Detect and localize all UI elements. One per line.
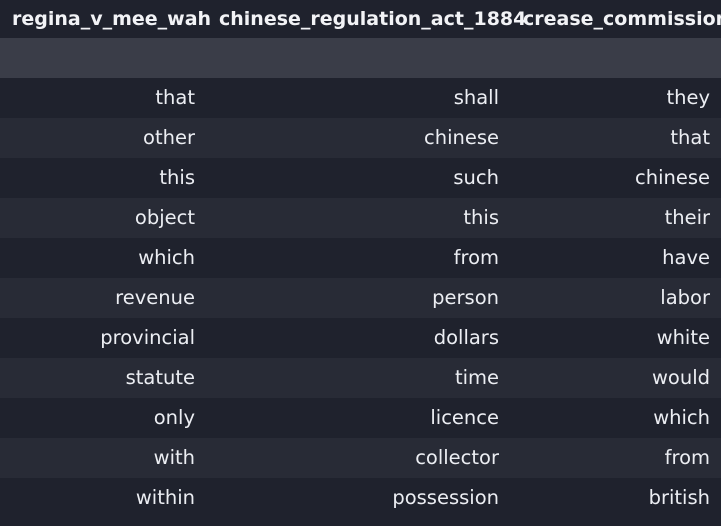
table-row[interactable]: only licence which xyxy=(0,398,721,438)
table-row[interactable]: other chinese that xyxy=(0,118,721,158)
header-filter-row xyxy=(0,38,721,78)
column-header-regina-v-mee-wah[interactable]: regina_v_mee_wah xyxy=(0,0,211,38)
table-cell: would xyxy=(651,366,710,389)
table-header: regina_v_mee_wah chinese_regulation_act_… xyxy=(0,0,721,38)
table-cell: that xyxy=(155,86,195,109)
table-row[interactable]: provincial dollars white xyxy=(0,318,721,358)
table-cell: licence xyxy=(430,406,499,429)
table-cell: object xyxy=(134,206,195,229)
column-header-chinese-regulation-act-1884[interactable]: chinese_regulation_act_1884 xyxy=(204,0,526,38)
table-cell: white xyxy=(656,326,710,349)
column-header-crease-commission[interactable]: crease_commission xyxy=(508,0,721,38)
table-cell: time xyxy=(454,366,499,389)
table-cell: within xyxy=(135,486,195,509)
table-cell: only xyxy=(153,406,195,429)
table-cell: that xyxy=(670,126,710,149)
table-cell: labor xyxy=(660,286,710,309)
table-cell: possession xyxy=(392,486,499,509)
table-cell: chinese xyxy=(634,166,710,189)
table-cell: which xyxy=(653,406,710,429)
table-cell: this xyxy=(159,166,195,189)
table-cell: revenue xyxy=(115,286,195,309)
data-table: regina_v_mee_wah chinese_regulation_act_… xyxy=(0,0,721,526)
table-cell: from xyxy=(664,446,710,469)
table-cell: shall xyxy=(453,86,499,109)
table-cell: such xyxy=(453,166,499,189)
table-row[interactable]: revenue person labor xyxy=(0,278,721,318)
table-cell: from xyxy=(453,246,499,269)
table-cell: they xyxy=(666,86,710,109)
table-cell: which xyxy=(138,246,195,269)
table-cell: other xyxy=(143,126,195,149)
table-cell: british xyxy=(648,486,710,509)
table-cell: chinese xyxy=(423,126,499,149)
table-row[interactable]: with collector from xyxy=(0,438,721,478)
table-cell: with xyxy=(153,446,195,469)
table-row[interactable]: within possession british xyxy=(0,478,721,518)
table-row[interactable]: this such chinese xyxy=(0,158,721,198)
table-cell: statute xyxy=(125,366,195,389)
table-cell: collector xyxy=(415,446,499,469)
table-row[interactable]: that shall they xyxy=(0,78,721,118)
table-cell: dollars xyxy=(433,326,499,349)
table-cell: this xyxy=(463,206,499,229)
table-row[interactable]: statute time would xyxy=(0,358,721,398)
table-cell: have xyxy=(662,246,710,269)
table-row[interactable]: which from have xyxy=(0,238,721,278)
table-cell: their xyxy=(664,206,710,229)
table-cell: person xyxy=(432,286,499,309)
table-cell: provincial xyxy=(100,326,195,349)
table-row[interactable]: object this their xyxy=(0,198,721,238)
